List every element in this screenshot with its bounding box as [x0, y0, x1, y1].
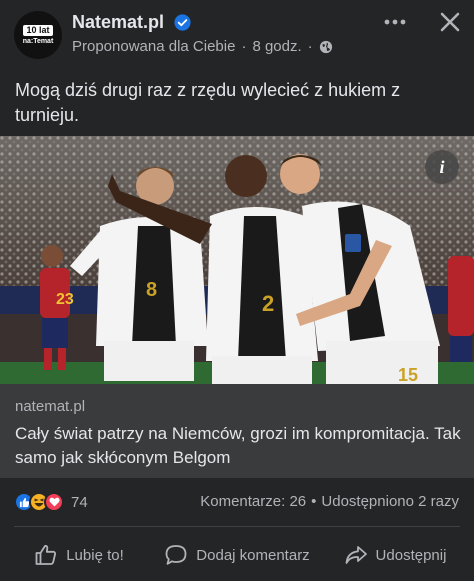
more-horizontal-icon — [384, 19, 406, 25]
reaction-summary[interactable]: 74 — [14, 492, 88, 512]
post-header: 10 lat na:Temat Natemat.pl Proponowana d… — [0, 0, 474, 70]
love-reaction-icon — [44, 492, 64, 512]
close-icon — [440, 12, 460, 32]
post-actions: Lubię to! Dodaj komentarz Udostępnij — [0, 532, 474, 578]
meta-separator: · — [241, 38, 247, 55]
page-avatar[interactable]: 10 lat na:Temat — [14, 11, 62, 59]
reaction-count: 74 — [71, 493, 88, 511]
comments-count[interactable]: Komentarze: 26 — [200, 493, 306, 510]
feed-post: 10 lat na:Temat Natemat.pl Proponowana d… — [0, 0, 474, 581]
avatar-text-line2: na:Temat — [22, 37, 54, 45]
like-label: Lubię to! — [66, 546, 124, 564]
football-players-photo: 23 8 2 15 — [0, 136, 474, 384]
post-text: Mogą dziś drugi raz z rzędu wylecieć z h… — [15, 80, 401, 125]
post-meta: Proponowana dla Ciebie · 8 godz. · — [72, 38, 333, 55]
thumbs-up-icon — [35, 545, 57, 565]
verified-badge-icon — [174, 14, 191, 31]
image-info-button[interactable]: i — [425, 150, 459, 184]
suggested-label: Proponowana dla Ciebie — [72, 38, 236, 55]
shirt-number-2: 2 — [262, 291, 274, 316]
comment-label: Dodaj komentarz — [196, 546, 310, 564]
shirt-number-red: 23 — [56, 291, 74, 308]
avatar-text-line1: 10 lat — [23, 24, 53, 36]
post-photo[interactable]: 23 8 2 15 — [0, 136, 474, 384]
like-button[interactable]: Lubię to! — [0, 532, 158, 578]
share-icon — [345, 546, 367, 564]
divider — [14, 526, 460, 527]
stats-separator: • — [311, 493, 317, 510]
info-icon: i — [439, 156, 445, 177]
shares-count[interactable]: Udostępniono 2 razy — [321, 493, 459, 510]
more-options-button[interactable] — [380, 8, 410, 36]
comment-icon — [165, 545, 187, 565]
close-button[interactable] — [436, 8, 464, 36]
post-stats: Komentarze: 26 • Udostępniono 2 razy — [200, 493, 459, 510]
link-title[interactable]: Cały świat patrzy na Niemców, grozi im k… — [15, 422, 465, 470]
flag-patch — [345, 234, 361, 252]
meta-separator-2: · — [307, 38, 313, 55]
shirt-number-1: 8 — [146, 279, 157, 301]
link-preview[interactable]: natemat.pl Cały świat patrzy na Niemców,… — [0, 384, 474, 478]
post-time[interactable]: 8 godz. — [252, 38, 301, 55]
page-name[interactable]: Natemat.pl — [72, 12, 164, 33]
comment-button[interactable]: Dodaj komentarz — [158, 532, 316, 578]
share-label: Udostępnij — [375, 546, 447, 564]
share-button[interactable]: Udostępnij — [316, 532, 474, 578]
shirt-number-3: 15 — [398, 365, 418, 384]
link-domain: natemat.pl — [15, 398, 86, 415]
globe-icon — [319, 40, 332, 53]
